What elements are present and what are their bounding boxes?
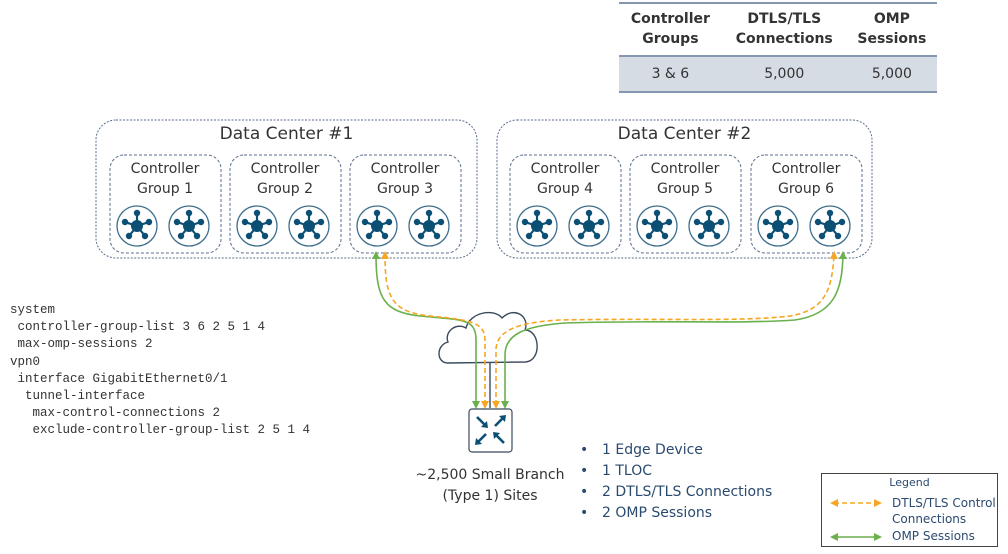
legend-dtls-label: DTLS/TLS Control Connections: [892, 496, 996, 526]
cell-controller-groups: 3 & 6: [619, 56, 722, 93]
list-item: 1 TLOC: [578, 461, 772, 482]
controller-group-3-label: Controller Group 3: [370, 161, 440, 197]
site-details-list: 1 Edge Device 1 TLOC 2 DTLS/TLS Connecti…: [578, 440, 772, 524]
controller-icon: [167, 204, 211, 248]
controller-group-6-label: Controller Group 6: [771, 161, 841, 197]
cell-omp-sessions: 5,000: [846, 56, 937, 93]
controller-group-5-label: Controller Group 5: [650, 161, 720, 197]
config-snippet: system controller-group-list 3 6 2 5 1 4…: [10, 303, 311, 438]
list-item: 2 OMP Sessions: [578, 503, 772, 524]
controller-group-1-label: Controller Group 1: [130, 161, 200, 197]
col-header-dtls-connections: DTLS/TLS Connections: [721, 2, 847, 57]
cell-dtls-connections: 5,000: [721, 56, 847, 93]
controller-icon: [115, 204, 159, 248]
list-item: 2 DTLS/TLS Connections: [578, 482, 772, 503]
legend-title: Legend: [889, 476, 930, 489]
controller-group-2-label: Controller Group 2: [250, 161, 320, 197]
capacity-table: Controller Groups DTLS/TLS Connections OMP…: [619, 2, 937, 93]
data-center-2-title: Data Center #2: [617, 124, 752, 144]
controller-groups: [109, 154, 863, 254]
controller-icon: [567, 204, 611, 248]
branch-sites-label: ~2,500 Small Branch (Type 1) Sites: [415, 467, 565, 504]
col-header-controller-groups: Controller Groups: [619, 2, 722, 57]
controller-icon: [808, 204, 852, 248]
legend-omp-label: OMP Sessions: [892, 529, 975, 543]
controller-group-4-label: Controller Group 4: [530, 161, 600, 197]
legend: Legend DTLS/TLS Control Connections OMP …: [821, 473, 998, 547]
col-header-omp-sessions: OMP Sessions: [846, 2, 937, 57]
controller-icon: [235, 204, 279, 248]
controller-icon: [687, 204, 731, 248]
controller-icon: [756, 204, 800, 248]
controller-icon: [287, 204, 331, 248]
list-item: 1 Edge Device: [578, 440, 772, 461]
omp-session-to-group-6: [501, 251, 847, 409]
table-row: 3 & 6 5,000 5,000: [619, 56, 937, 93]
router-icon: [468, 408, 513, 453]
controller-icon: [355, 204, 399, 248]
controller-icon: [515, 204, 559, 248]
controller-icon: [635, 204, 679, 248]
data-center-1-title: Data Center #1: [219, 124, 354, 144]
controller-icon: [407, 204, 451, 248]
dtls-connection-to-group-6: [492, 251, 838, 409]
